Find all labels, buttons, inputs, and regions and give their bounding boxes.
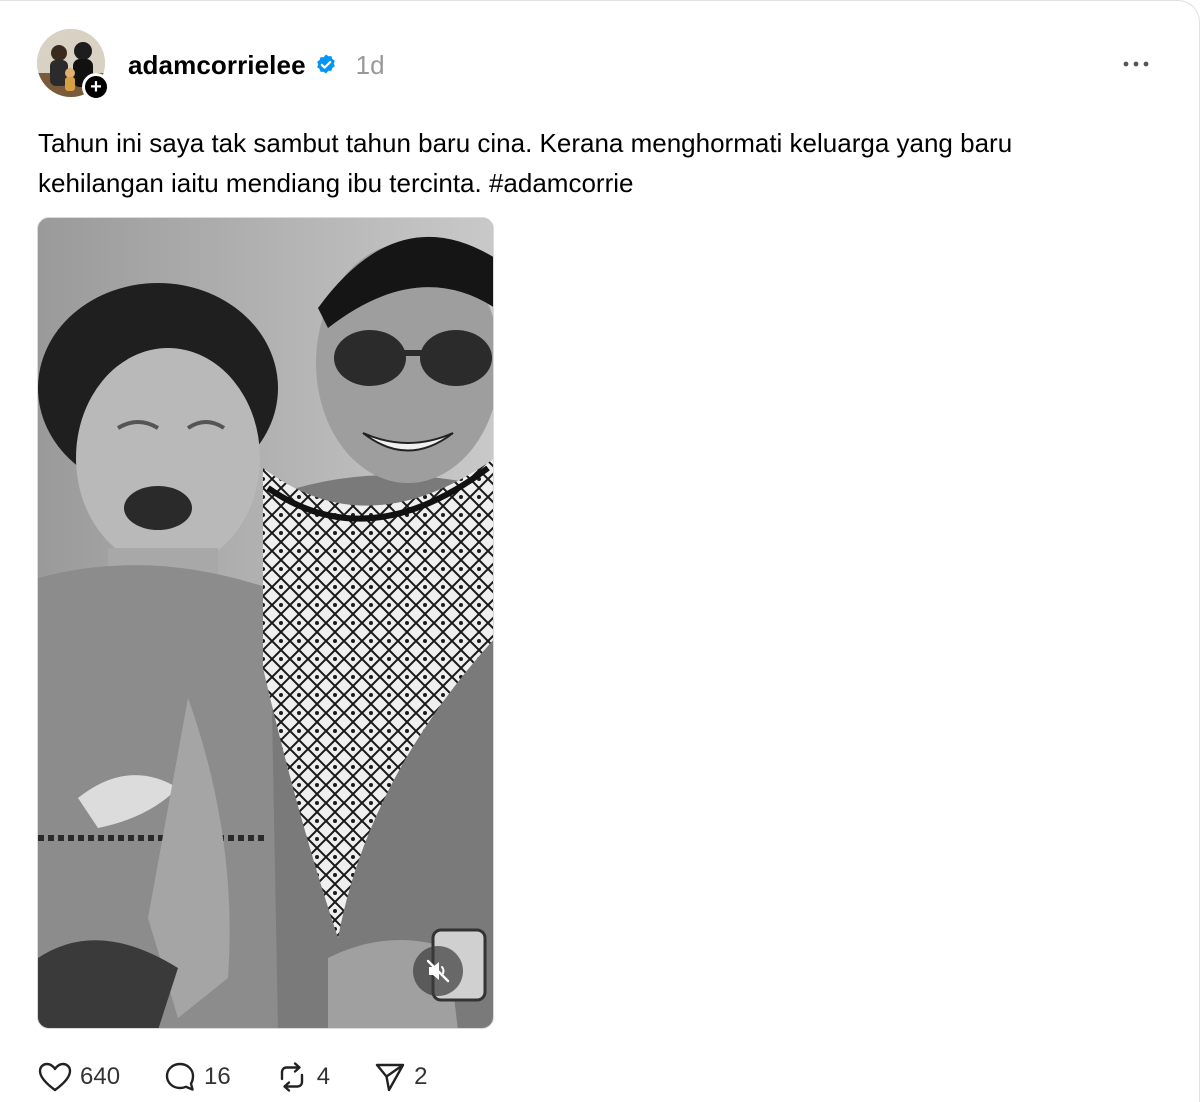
share-button[interactable]: 2	[374, 1061, 427, 1093]
post-header: adamcorrielee 1d	[128, 45, 385, 85]
post-caption: Tahun ini saya tak sambut tahun baru cin…	[38, 128, 1013, 198]
post-timestamp: 1d	[355, 49, 385, 80]
repost-count: 4	[316, 1063, 331, 1090]
repost-icon	[280, 1062, 303, 1092]
comment-icon	[165, 1062, 195, 1091]
username[interactable]: adamcorrielee	[128, 50, 306, 81]
muted-speaker-icon	[426, 959, 450, 983]
more-options-icon[interactable]	[1120, 53, 1152, 75]
send-icon	[375, 1063, 405, 1092]
post-card: + adamcorrielee 1d Tahun ini saya tak sa…	[0, 0, 1200, 1102]
follow-plus-icon[interactable]: +	[82, 73, 110, 101]
verified-badge-icon	[316, 54, 335, 74]
post-actions: 640 16 4 2	[38, 1057, 471, 1097]
heart-icon	[38, 1062, 72, 1092]
repost-button[interactable]: 4	[275, 1061, 330, 1093]
mute-button[interactable]	[413, 946, 463, 996]
like-button[interactable]: 640	[38, 1062, 120, 1092]
post-video[interactable]	[37, 217, 494, 1029]
reply-button[interactable]: 16	[164, 1061, 231, 1093]
reply-count: 16	[204, 1063, 231, 1090]
share-count: 2	[414, 1063, 428, 1090]
avatar-container[interactable]: +	[37, 29, 110, 101]
like-count: 640	[80, 1063, 121, 1090]
